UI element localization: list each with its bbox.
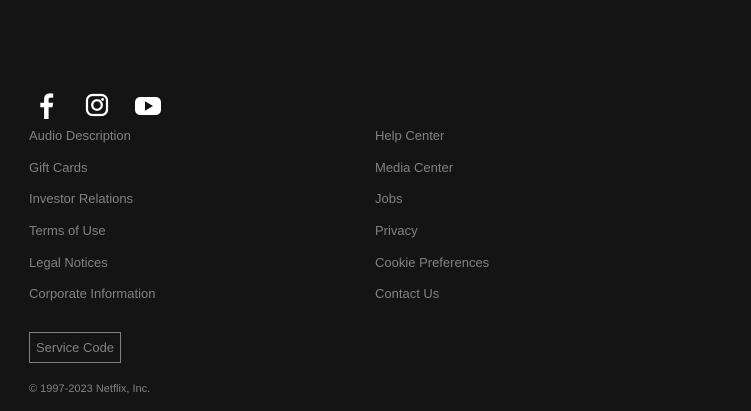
footer-link-item: Contact Us xyxy=(375,285,489,317)
footer-links-left: Audio Description Gift Cards Investor Re… xyxy=(29,127,155,317)
instagram-icon xyxy=(85,93,109,117)
footer-link-item: Corporate Information xyxy=(29,285,155,317)
social-links xyxy=(29,90,182,122)
cookie-preferences-link[interactable]: Cookie Preferences xyxy=(375,255,489,270)
corporate-information-link[interactable]: Corporate Information xyxy=(29,286,155,301)
service-code-button[interactable]: Service Code xyxy=(29,332,122,363)
terms-of-use-link[interactable]: Terms of Use xyxy=(29,223,106,238)
gift-cards-link[interactable]: Gift Cards xyxy=(29,160,88,175)
site-footer: Audio Description Gift Cards Investor Re… xyxy=(0,0,751,411)
footer-link-item: Cookie Preferences xyxy=(375,254,489,286)
footer-link-item: Media Center xyxy=(375,159,489,191)
youtube-link[interactable] xyxy=(131,90,165,122)
legal-notices-link[interactable]: Legal Notices xyxy=(29,255,108,270)
facebook-icon xyxy=(40,93,54,119)
privacy-link[interactable]: Privacy xyxy=(375,223,418,238)
footer-link-item: Help Center xyxy=(375,127,489,159)
footer-link-item: Jobs xyxy=(375,190,489,222)
copyright-text: © 1997-2023 Netflix, Inc. xyxy=(29,383,151,395)
audio-description-link[interactable]: Audio Description xyxy=(29,128,131,143)
footer-link-item: Legal Notices xyxy=(29,254,155,286)
footer-links-right: Help Center Media Center Jobs Privacy Co… xyxy=(375,127,489,317)
contact-us-link[interactable]: Contact Us xyxy=(375,286,439,301)
instagram-link[interactable] xyxy=(80,90,114,122)
media-center-link[interactable]: Media Center xyxy=(375,160,453,175)
footer-link-item: Audio Description xyxy=(29,127,155,159)
help-center-link[interactable]: Help Center xyxy=(375,128,444,143)
footer-link-item: Investor Relations xyxy=(29,190,155,222)
facebook-link[interactable] xyxy=(29,90,63,122)
footer-link-item: Gift Cards xyxy=(29,159,155,191)
footer-link-item: Privacy xyxy=(375,222,489,254)
investor-relations-link[interactable]: Investor Relations xyxy=(29,191,133,206)
footer-link-item: Terms of Use xyxy=(29,222,155,254)
jobs-link[interactable]: Jobs xyxy=(375,191,402,206)
youtube-icon xyxy=(135,97,161,115)
